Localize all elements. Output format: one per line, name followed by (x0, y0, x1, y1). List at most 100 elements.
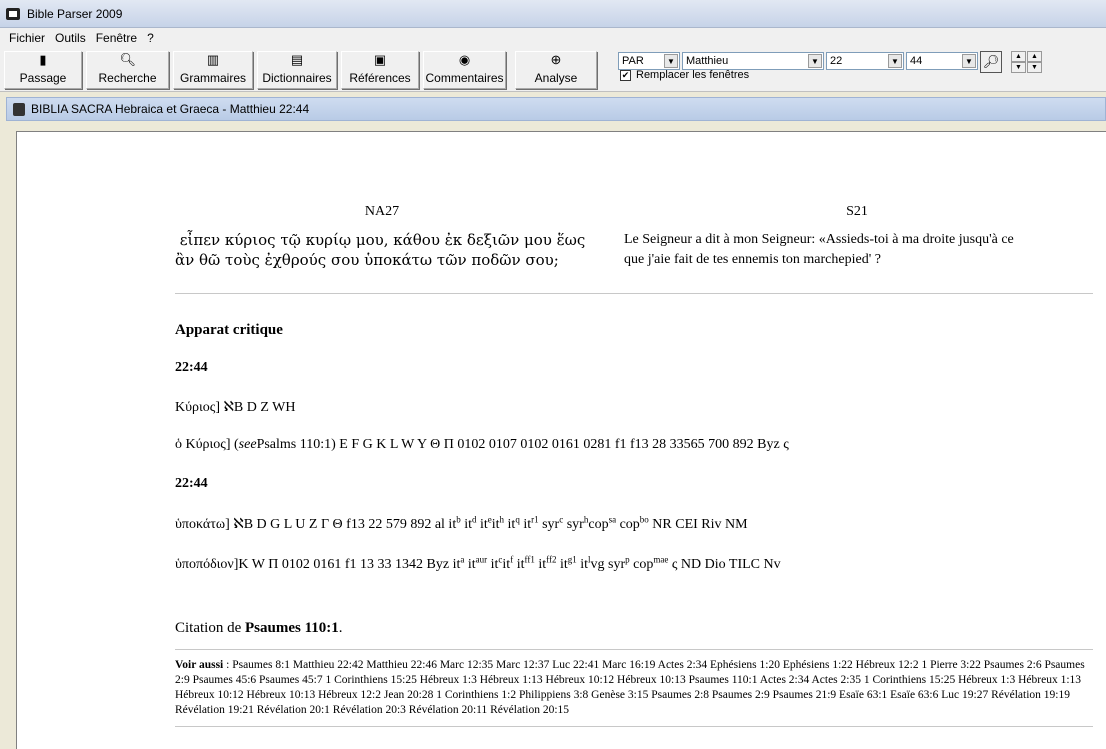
sup: mae (653, 554, 669, 565)
citation-suffix: . (338, 620, 343, 636)
divider (175, 649, 1093, 650)
chapter-select[interactable]: 22 ▼ (826, 52, 904, 70)
seg: cop (629, 557, 654, 572)
verse-select[interactable]: 44 ▼ (906, 52, 978, 70)
variant-4-lead: ὑποπόδιον]K W Π 0102 0161 f1 13 33 1342 … (175, 557, 461, 572)
sup: aur (475, 554, 488, 565)
seg: it (504, 517, 516, 532)
analyse-button[interactable]: ⊕ Analyse (515, 51, 597, 89)
go-search-button[interactable]: 🔎︎ (980, 51, 1002, 73)
seg: cop (588, 517, 609, 532)
dictionnaires-button-label: Dictionnaires (262, 71, 332, 85)
grammaires-button-label: Grammaires (179, 71, 246, 85)
greek-line-2: ἂν θῶ τοὺς ἐχθρούς σου ὑποκάτω τῶν ποδῶν… (175, 251, 559, 269)
left-version-heading: NA27 (364, 204, 400, 219)
menu-help[interactable]: ? (142, 31, 159, 45)
citation-prefix: Citation de (175, 620, 245, 636)
book-select[interactable]: Matthieu ▼ (682, 52, 824, 70)
variant-3-lead: ὑποκάτω] ℵB D G L U Z Γ Θ f13 22 579 892… (175, 517, 457, 532)
spin-up-button-1[interactable]: ▲ (1011, 51, 1026, 62)
seg: it (519, 517, 532, 532)
verse-select-value: 44 (910, 55, 923, 67)
version-select[interactable]: PAR ▼ (618, 52, 680, 70)
seg: ς ND Dio TILC Nv (668, 557, 781, 572)
spin-up-button-2[interactable]: ▲ (1027, 51, 1042, 62)
french-line-1: Le Seigneur a dit à mon Seigneur: «Assie… (624, 232, 1014, 247)
sup: ff2 (546, 554, 557, 565)
chapter-select-value: 22 (830, 55, 843, 67)
references-button[interactable]: ▣ Références (341, 51, 419, 89)
citation-line: Citation de Psaumes 110:1. (175, 620, 343, 637)
grammaires-button[interactable]: ▥ Grammaires (173, 51, 253, 89)
chevron-down-icon[interactable]: ▼ (888, 54, 902, 68)
recherche-button[interactable]: 🔍︎ Recherche (86, 51, 169, 89)
commentaires-button[interactable]: ◉ Commentaires (423, 51, 506, 89)
menu-fenetre[interactable]: Fenêtre (91, 31, 142, 45)
document-title: BIBLIA SACRA Hebraica et Graeca - Matthi… (31, 102, 310, 116)
variant-4: ὑποπόδιον]K W Π 0102 0161 f1 13 33 1342 … (175, 554, 781, 573)
citation-ref-link[interactable]: Psaumes 110:1 (245, 620, 339, 636)
variant-2-rest: Psalms 110:1) E F G K L W Y Θ Π 0102 010… (256, 437, 789, 452)
french-line-2: que j'aie fait de tes ennemis ton marche… (624, 252, 881, 267)
seg: it (460, 517, 472, 532)
version-select-value: PAR (622, 55, 644, 67)
passage-button[interactable]: ▮ Passage (4, 51, 82, 89)
app-icon (6, 7, 20, 20)
apparatus-ref-2: 22:44 (175, 476, 208, 491)
arrow-up-icon: ▲ (1015, 53, 1022, 60)
spin-down-button-1[interactable]: ▼ (1011, 62, 1026, 73)
menu-outils[interactable]: Outils (50, 31, 91, 45)
checkmark-icon[interactable]: ✔ (620, 69, 631, 81)
divider (175, 293, 1093, 294)
analysis-icon: ⊕ (550, 52, 562, 67)
see-also-block: Voir aussi : Psaumes 8:1 Matthieu 22:42 … (175, 658, 1095, 718)
document-area: NA27 S21 εἶπεν κύριος τῷ κυρίῳ μου, κάθο… (6, 121, 1106, 749)
dictionary-icon: ▤ (290, 52, 304, 67)
greek-verse-text: εἶπεν κύριος τῷ κυρίῳ μου, κάθου ἐκ δεξι… (175, 230, 605, 270)
seg: cop (616, 517, 640, 532)
menu-fichier[interactable]: Fichier (4, 31, 50, 45)
seg: it (487, 557, 499, 572)
seg: it (513, 557, 525, 572)
seg: it (534, 557, 547, 572)
greek-line-1: εἶπεν κύριος τῷ κυρίῳ μου, κάθου ἐκ δεξι… (175, 231, 586, 249)
document-titlebar: BIBLIA SACRA Hebraica et Graeca - Matthi… (6, 97, 1106, 121)
seg: syr (538, 517, 560, 532)
arrow-up-icon: ▲ (1031, 53, 1038, 60)
window-titlebar: Bible Parser 2009 (0, 0, 1106, 28)
replace-windows-checkbox[interactable]: ✔ Remplacer les fenêtres (620, 69, 749, 81)
menu-bar: Fichier Outils Fenêtre ? (0, 28, 1106, 48)
comments-icon: ◉ (458, 52, 471, 67)
arrow-down-icon: ▼ (1015, 64, 1022, 71)
document-icon (13, 102, 25, 116)
toolbar: ▮ Passage 🔍︎ Recherche ▥ Grammaires ▤ Di… (0, 48, 1106, 92)
apparatus-ref-1: 22:44 (175, 360, 208, 375)
arrow-down-icon: ▼ (1031, 64, 1038, 71)
apparatus-heading: Apparat critique (175, 322, 283, 338)
see-also-label: Voir aussi (175, 659, 224, 671)
chevron-down-icon[interactable]: ▼ (962, 54, 976, 68)
seg: vg syr (590, 557, 626, 572)
references-icon: ▣ (373, 52, 387, 67)
dictionnaires-button[interactable]: ▤ Dictionnaires (257, 51, 337, 89)
sup: ff1 (524, 554, 535, 565)
seg: it (576, 557, 589, 572)
variant-1: Κύριος] ℵB D Z WH (175, 400, 296, 415)
spin-down-button-2[interactable]: ▼ (1027, 62, 1042, 73)
french-verse-text: Le Seigneur a dit à mon Seigneur: «Assie… (624, 230, 1094, 270)
document-page: NA27 S21 εἶπεν κύριος τῷ κυρίῳ μου, κάθο… (16, 131, 1106, 749)
search-icon: 🔎︎ (982, 54, 1000, 69)
chevron-down-icon[interactable]: ▼ (664, 54, 678, 68)
chevron-down-icon[interactable]: ▼ (808, 54, 822, 68)
seg: syr (563, 517, 584, 532)
books-icon: ▥ (206, 52, 220, 67)
passage-button-label: Passage (19, 71, 67, 85)
variant-2-lead: ὁ Κύριος] ( (175, 437, 239, 452)
window-title: Bible Parser 2009 (27, 6, 123, 21)
seg: it (464, 557, 476, 572)
see-also-references[interactable]: : Psaumes 8:1 Matthieu 22:42 Matthieu 22… (175, 659, 1085, 716)
variant-3: ὑποκάτω] ℵB D G L U Z Γ Θ f13 22 579 892… (175, 514, 748, 533)
seg: it (491, 517, 500, 532)
variant-2: ὁ Κύριος] (seePsalms 110:1) E F G K L W … (175, 437, 789, 453)
sup: bo (639, 514, 649, 525)
